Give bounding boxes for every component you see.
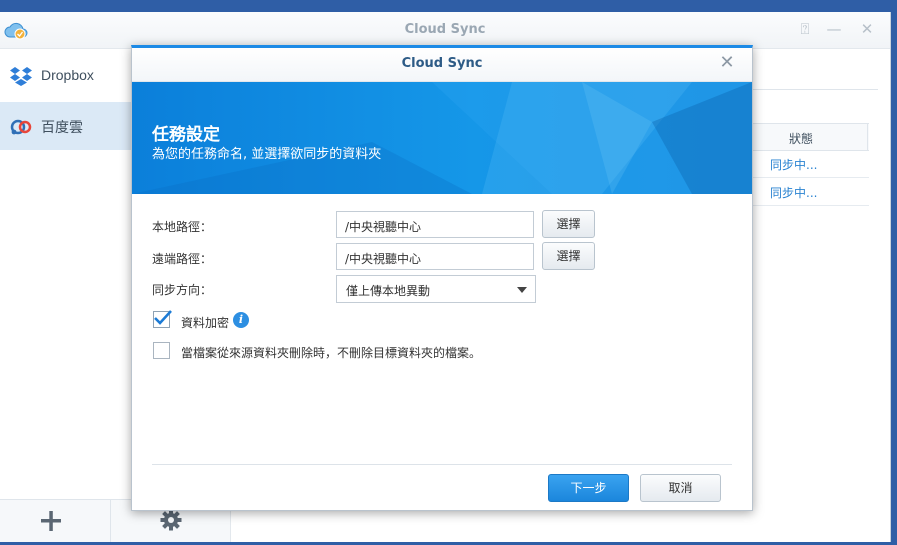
sync-direction-label: 同步方向： xyxy=(152,283,213,297)
choose-local-button[interactable]: 選擇 xyxy=(542,210,595,238)
close-window-button[interactable]: ✕ xyxy=(859,20,875,38)
choose-remote-button[interactable]: 選擇 xyxy=(542,242,595,270)
app-titlebar: Cloud Sync ⍰ — ✕ xyxy=(0,12,890,49)
sync-direction-select[interactable]: 僅上傳本地異動 xyxy=(336,275,536,303)
app-title: Cloud Sync xyxy=(404,22,486,37)
sidebar-item-label: 百度雲 xyxy=(41,119,83,135)
info-icon[interactable]: i xyxy=(233,312,249,328)
task-setup-dialog: Cloud Sync ✕ 任務設定 為您的任務命名, 並選擇欲同步的資料夾 本地… xyxy=(131,45,753,511)
keep-deleted-checkbox[interactable] xyxy=(153,342,170,359)
banner-title: 任務設定 xyxy=(152,125,220,145)
dialog-titlebar: Cloud Sync ✕ xyxy=(132,48,752,82)
chevron-down-icon xyxy=(517,287,527,293)
dialog-title: Cloud Sync xyxy=(401,56,483,71)
column-divider xyxy=(867,124,868,150)
plus-icon xyxy=(41,511,61,531)
cancel-button[interactable]: 取消 xyxy=(640,474,721,502)
table-row[interactable]: 同步中... xyxy=(751,150,869,178)
baidu-cloud-icon xyxy=(10,119,32,135)
banner-subtitle: 為您的任務命名, 並選擇欲同步的資料夾 xyxy=(152,147,382,162)
sync-direction-value: 僅上傳本地異動 xyxy=(346,284,431,298)
add-button[interactable] xyxy=(0,500,110,542)
status-cell: 同步中... xyxy=(770,158,818,172)
status-cell: 同步中... xyxy=(770,186,818,200)
task-table-header: 狀態 xyxy=(751,123,869,151)
local-path-field[interactable]: /中央視聽中心 xyxy=(336,211,534,238)
dialog-banner: 任務設定 為您的任務命名, 並選擇欲同步的資料夾 xyxy=(132,82,752,194)
encrypt-checkbox[interactable] xyxy=(153,310,172,328)
dialog-divider xyxy=(152,464,732,465)
remote-path-label: 遠端路徑： xyxy=(152,252,213,266)
banner-decoration xyxy=(132,82,752,194)
table-row[interactable]: 同步中... xyxy=(751,178,869,206)
column-header-status[interactable]: 狀態 xyxy=(751,130,851,147)
keep-deleted-label: 當檔案從來源資料夾刪除時，不刪除目標資料夾的檔案。 xyxy=(181,346,482,360)
dropbox-icon xyxy=(10,67,32,86)
encrypt-label: 資料加密 xyxy=(181,316,230,330)
next-button[interactable]: 下一步 xyxy=(548,474,629,502)
minimize-button[interactable]: — xyxy=(826,20,842,38)
remote-path-field[interactable]: /中央視聽中心 xyxy=(336,243,534,270)
sidebar-item-label: Dropbox xyxy=(41,67,94,83)
pin-icon[interactable]: ⍰ xyxy=(797,20,813,38)
close-icon[interactable]: ✕ xyxy=(718,54,736,72)
checkmark-icon xyxy=(154,310,172,325)
local-path-label: 本地路徑： xyxy=(152,220,213,234)
